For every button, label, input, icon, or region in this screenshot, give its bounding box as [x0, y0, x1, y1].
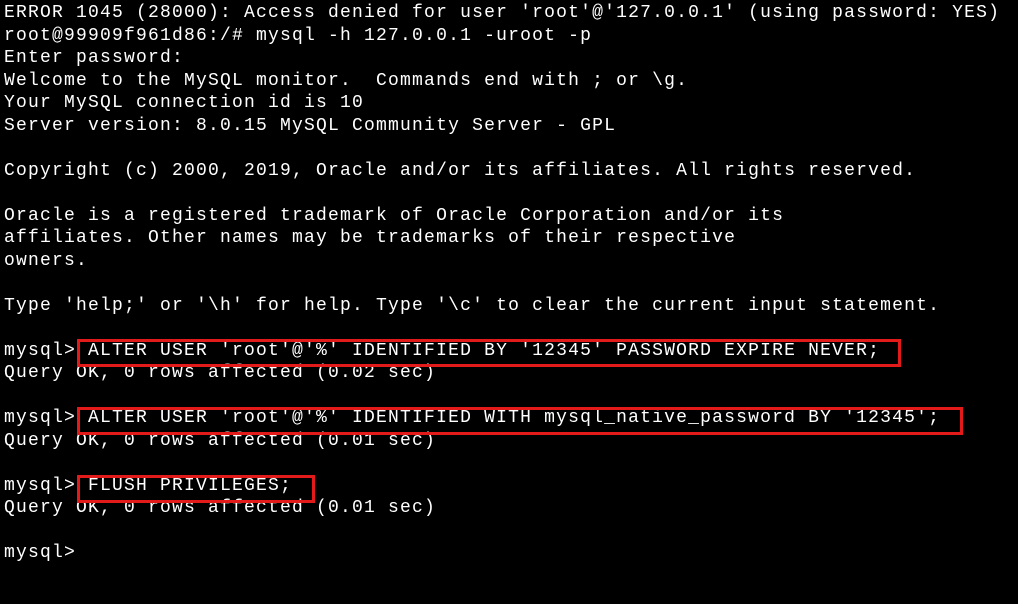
terminal-line: Type 'help;' or '\h' for help. Type '\c'… [4, 296, 940, 316]
terminal-line: mysql> FLUSH PRIVILEGES; [4, 476, 292, 496]
terminal-line: Query OK, 0 rows affected (0.02 sec) [4, 363, 436, 383]
terminal-line: Welcome to the MySQL monitor. Commands e… [4, 71, 688, 91]
terminal-line: mysql> ALTER USER 'root'@'%' IDENTIFIED … [4, 341, 880, 361]
terminal-line: Server version: 8.0.15 MySQL Community S… [4, 116, 616, 136]
terminal-line: affiliates. Other names may be trademark… [4, 228, 736, 248]
terminal-line: Oracle is a registered trademark of Orac… [4, 206, 784, 226]
terminal-line: owners. [4, 251, 88, 271]
terminal-line: Query OK, 0 rows affected (0.01 sec) [4, 431, 436, 451]
terminal-line: root@99909f961d86:/# mysql -h 127.0.0.1 … [4, 26, 592, 46]
terminal-output[interactable]: ERROR 1045 (28000): Access denied for us… [0, 0, 1018, 587]
terminal-line: mysql> ALTER USER 'root'@'%' IDENTIFIED … [4, 408, 940, 428]
terminal-line: Your MySQL connection id is 10 [4, 93, 364, 113]
terminal-line: Enter password: [4, 48, 184, 68]
terminal-line: Copyright (c) 2000, 2019, Oracle and/or … [4, 161, 916, 181]
terminal-line: ERROR 1045 (28000): Access denied for us… [4, 3, 1000, 23]
terminal-line: mysql> [4, 543, 76, 563]
terminal-line: Query OK, 0 rows affected (0.01 sec) [4, 498, 436, 518]
